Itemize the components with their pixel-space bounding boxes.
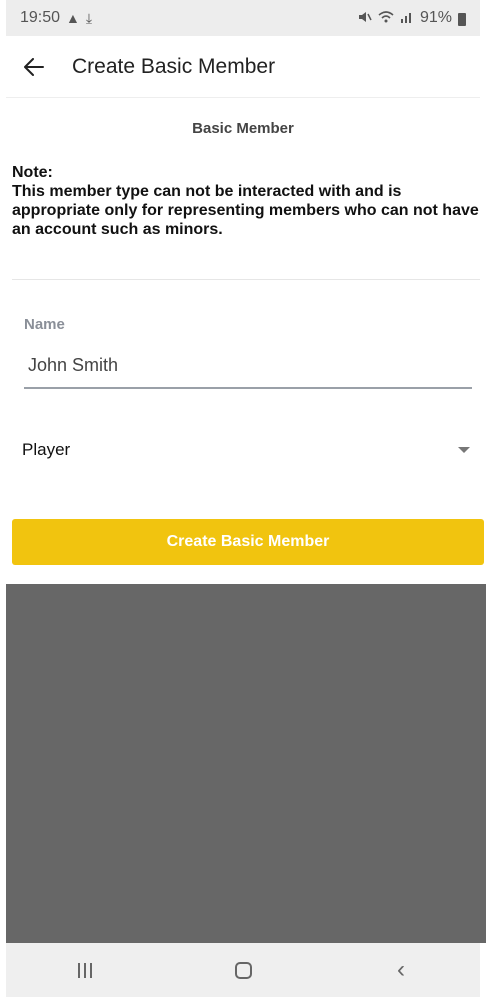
- status-left: 19:50 ▲ ⤓: [20, 9, 92, 27]
- signal-icon: [400, 10, 414, 26]
- mute-icon: [358, 10, 372, 26]
- battery-percent: 91%: [419, 9, 452, 26]
- divider: [12, 279, 480, 280]
- arrow-left-icon: [24, 57, 44, 76]
- create-member-form: Basic Member Note: This member type can …: [6, 98, 484, 584]
- note-heading: Note:: [12, 164, 53, 181]
- note-body: This member type can not be interacted w…: [12, 183, 479, 238]
- alert-icon: ▲: [66, 10, 80, 26]
- app-frame: 19:50 ▲ ⤓ 91% Create Basic Member Basic …: [0, 0, 486, 997]
- status-time: 19:50: [20, 9, 61, 26]
- back-button[interactable]: [6, 36, 62, 98]
- back-icon: ‹: [397, 956, 405, 983]
- battery-icon: [458, 12, 466, 26]
- system-nav-bar: ‹: [6, 943, 480, 997]
- recents-icon: [78, 962, 92, 978]
- name-field[interactable]: [24, 343, 472, 389]
- status-bar: 19:50 ▲ ⤓ 91%: [6, 0, 480, 36]
- recents-button[interactable]: [50, 943, 120, 997]
- chevron-down-icon: [458, 447, 470, 453]
- home-icon: [234, 961, 252, 979]
- nav-back-button[interactable]: ‹: [366, 943, 436, 997]
- download-icon: ⤓: [85, 9, 93, 26]
- home-button[interactable]: [208, 943, 278, 997]
- create-basic-member-button[interactable]: Create Basic Member: [12, 519, 484, 565]
- app-bar: Create Basic Member: [6, 36, 480, 98]
- section-title: Basic Member: [192, 120, 294, 137]
- status-right: 91%: [358, 9, 466, 27]
- page-title: Create Basic Member: [72, 54, 276, 78]
- wifi-icon: [378, 10, 394, 26]
- name-label: Name: [24, 316, 65, 333]
- backdrop-area: [6, 584, 486, 943]
- role-select-value: Player: [22, 440, 71, 459]
- role-select[interactable]: Player: [22, 428, 472, 472]
- note-block: Note: This member type can not be intera…: [12, 163, 482, 239]
